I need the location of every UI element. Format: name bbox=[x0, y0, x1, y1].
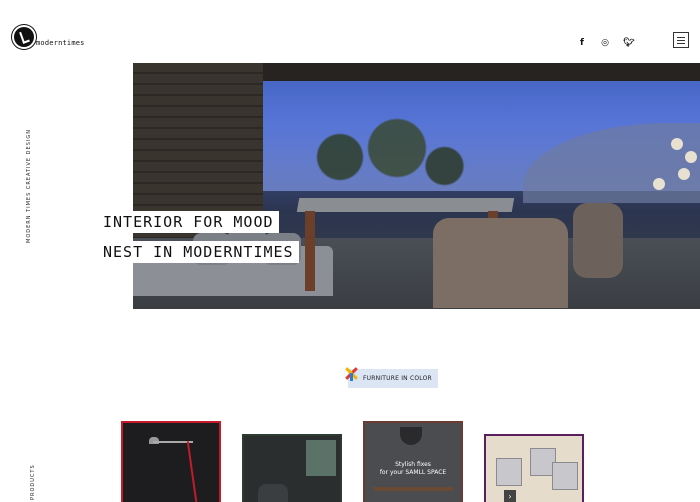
logo-icon bbox=[14, 27, 34, 47]
hero-title-line-2: NEST IN MODERNTIMES bbox=[100, 241, 299, 263]
chevron-right-icon[interactable]: › bbox=[504, 490, 516, 502]
instagram-icon[interactable]: ◎ bbox=[600, 38, 610, 48]
hero-title-line-1: INTERIOR FOR MOOD bbox=[100, 211, 279, 233]
product-card-armchair[interactable] bbox=[242, 434, 342, 502]
side-brand-label: MODERN TIMES CREATIVE DESIGN bbox=[26, 129, 32, 243]
site-logo[interactable]: moderntimes bbox=[14, 27, 85, 47]
hero-title: INTERIOR FOR MOOD NEST IN MODERNTIMES bbox=[100, 211, 299, 263]
product-card-floor-lamp[interactable] bbox=[121, 421, 221, 502]
color-pencils-icon bbox=[344, 366, 358, 381]
twitter-icon[interactable]: 🐦︎ bbox=[623, 38, 634, 48]
section-tag: FURNITURE IN COLOR bbox=[345, 367, 438, 388]
social-links: f ◎ 🐦︎ bbox=[577, 38, 634, 48]
pendant-lamp bbox=[400, 427, 422, 445]
menu-button[interactable] bbox=[673, 32, 689, 48]
product-card-small-space[interactable]: Stylish fixes for your SAMLL SPACE bbox=[363, 421, 463, 502]
desk bbox=[373, 487, 453, 491]
product-caption: Stylish fixes for your SAMLL SPACE bbox=[379, 461, 447, 476]
wall-art bbox=[306, 440, 336, 476]
product-card-cube-tables[interactable]: › bbox=[484, 434, 584, 502]
hero-image bbox=[133, 63, 700, 309]
facebook-icon[interactable]: f bbox=[577, 38, 587, 48]
side-section-label: PRODUCTS bbox=[30, 464, 36, 500]
logo-text: moderntimes bbox=[36, 39, 85, 47]
armchair bbox=[258, 484, 288, 502]
section-tag-label: FURNITURE IN COLOR bbox=[363, 375, 432, 382]
hamburger-icon bbox=[677, 36, 685, 38]
